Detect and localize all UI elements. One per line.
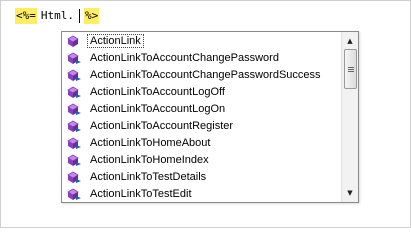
completion-item-label: ActionLinkToAccountLogOn [90,102,226,115]
vertical-scrollbar[interactable]: ▲ ▼ [341,32,358,202]
completion-item-label: ActionLinkToHomeIndex [90,153,209,166]
completion-item[interactable]: ActionLinkToAccountChangePasswordSuccess [62,66,341,83]
completion-item[interactable]: ActionLinkToAccountLogOff [62,83,341,100]
completion-item[interactable]: ActionLinkToAccountLogOn [62,100,341,117]
completion-list[interactable]: ActionLink ActionLinkToAccountChangePassw… [62,32,341,202]
screenshot-frame: <%= Html. %> ActionLink ActionLinkToAccou… [0,0,411,228]
intellisense-popup[interactable]: ActionLink ActionLinkToAccountChangePassw… [61,31,359,203]
completion-item-label: ActionLinkToAccountLogOff [90,85,225,98]
extension-method-icon [66,186,82,202]
method-icon [66,33,82,49]
completion-item-label: ActionLinkToHomeAbout [90,136,211,149]
completion-item-label: ActionLinkToAccountChangePassword [90,51,279,64]
completion-item[interactable]: ActionLinkToHomeAbout [62,134,341,151]
completion-item[interactable]: ActionLinkToAccountRegister [62,117,341,134]
scroll-down-button[interactable]: ▼ [342,186,358,200]
extension-method-icon [66,84,82,100]
text-caret [79,9,80,23]
extension-method-icon [66,135,82,151]
scroll-up-button[interactable]: ▲ [342,34,358,48]
extension-method-icon [66,169,82,185]
code-text[interactable]: Html. [41,8,74,24]
extension-method-icon [66,67,82,83]
completion-item[interactable]: ActionLinkToAccountChangePassword [62,49,341,66]
completion-item-label: ActionLinkToAccountChangePasswordSuccess [90,68,321,81]
completion-item[interactable]: ActionLinkToTestDetails [62,168,341,185]
completion-item-label: ActionLinkToTestDetails [90,170,207,183]
open-tag: <%= [15,8,37,24]
extension-method-icon [66,152,82,168]
completion-item-label: ActionLinkToTestEdit [90,187,192,200]
close-tag: %> [84,8,100,24]
scroll-thumb[interactable] [344,49,357,89]
code-line[interactable]: <%= Html. %> [15,8,100,24]
completion-item[interactable]: ActionLinkToHomeIndex [62,151,341,168]
extension-method-icon [66,118,82,134]
completion-item-label: ActionLinkToAccountRegister [90,119,234,132]
extension-method-icon [66,50,82,66]
extension-method-icon [66,101,82,117]
completion-item[interactable]: ActionLinkToTestEdit [62,185,341,202]
thumb-grip [347,68,354,70]
completion-item[interactable]: ActionLink [62,32,341,49]
completion-item-label: ActionLink [87,33,144,48]
